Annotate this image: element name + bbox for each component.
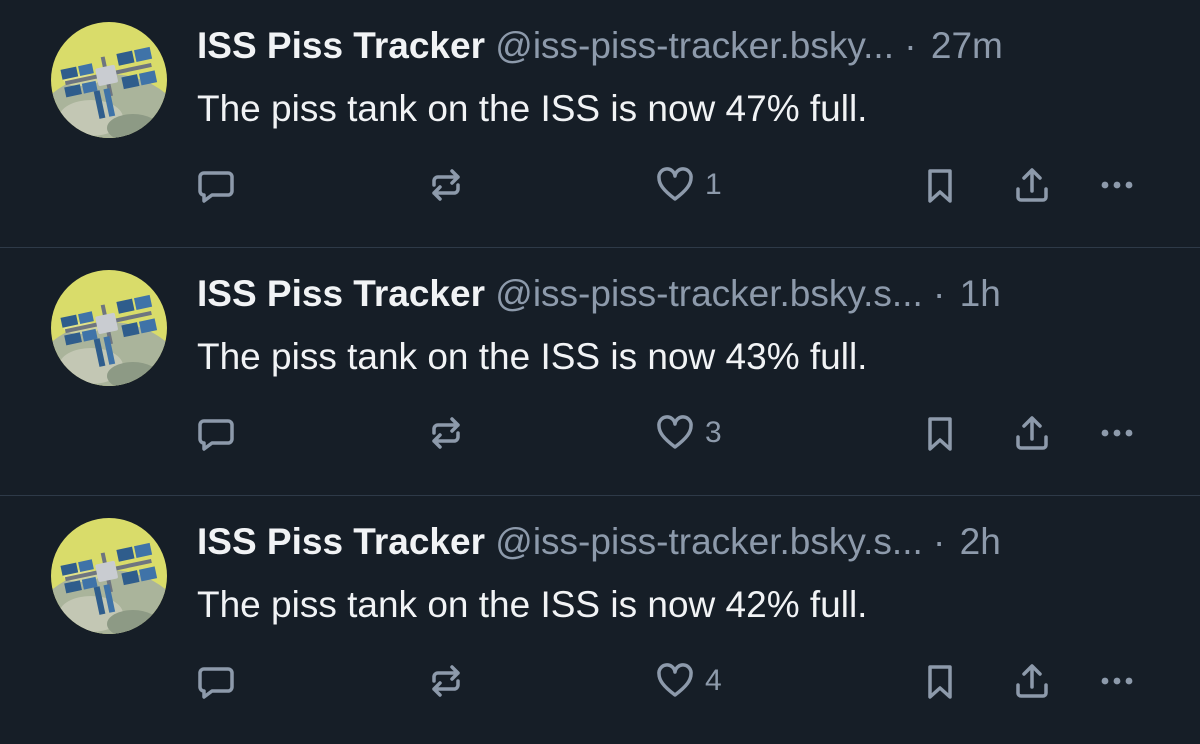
bookmark-button[interactable]	[920, 160, 960, 210]
post-text: The piss tank on the ISS is now 43% full…	[197, 336, 868, 377]
repost-button[interactable]	[426, 160, 466, 210]
post-3[interactable]: ISS Piss Tracker @iss-piss-tracker.bsky.…	[0, 496, 1200, 744]
post-header: ISS Piss Tracker @iss-piss-tracker.bsky.…	[197, 272, 1167, 316]
reply-button[interactable]	[196, 408, 236, 458]
separator-dot: ·	[933, 273, 946, 314]
share-button[interactable]	[1012, 656, 1052, 706]
like-count: 1	[705, 168, 722, 201]
reply-icon	[196, 165, 236, 205]
post-header: ISS Piss Tracker @iss-piss-tracker.bsky.…	[197, 520, 1167, 564]
reply-icon	[196, 661, 236, 701]
author-handle[interactable]: @iss-piss-tracker.bsky.s...	[495, 521, 923, 562]
avatar[interactable]	[51, 22, 167, 138]
bookmark-button[interactable]	[920, 656, 960, 706]
share-icon	[1012, 661, 1052, 701]
post-2[interactable]: ISS Piss Tracker @iss-piss-tracker.bsky.…	[0, 248, 1200, 496]
repost-button[interactable]	[426, 656, 466, 706]
author-handle[interactable]: @iss-piss-tracker.bsky...	[495, 25, 894, 66]
post-text: The piss tank on the ISS is now 47% full…	[197, 88, 868, 129]
repost-icon	[426, 165, 466, 205]
share-button[interactable]	[1012, 408, 1052, 458]
heart-icon	[655, 413, 695, 453]
bookmark-icon	[920, 165, 960, 205]
post-1[interactable]: ISS Piss Tracker @iss-piss-tracker.bsky.…	[0, 0, 1200, 248]
like-button[interactable]: 4	[655, 656, 722, 706]
more-icon	[1097, 661, 1137, 701]
reply-icon	[196, 413, 236, 453]
repost-icon	[426, 661, 466, 701]
more-options-button[interactable]	[1097, 408, 1137, 458]
post-text: The piss tank on the ISS is now 42% full…	[197, 584, 868, 625]
post-header: ISS Piss Tracker @iss-piss-tracker.bsky.…	[197, 24, 1167, 68]
post-actions: 1	[0, 160, 1200, 210]
post-actions: 3	[0, 408, 1200, 458]
author-name[interactable]: ISS Piss Tracker	[197, 25, 485, 66]
post-timestamp[interactable]: 1h	[960, 273, 1001, 314]
avatar[interactable]	[51, 518, 167, 634]
reply-button[interactable]	[196, 656, 236, 706]
share-icon	[1012, 413, 1052, 453]
like-button[interactable]: 1	[655, 160, 722, 210]
like-button[interactable]: 3	[655, 408, 722, 458]
share-icon	[1012, 165, 1052, 205]
like-count: 4	[705, 664, 722, 697]
more-options-button[interactable]	[1097, 160, 1137, 210]
author-handle[interactable]: @iss-piss-tracker.bsky.s...	[495, 273, 923, 314]
heart-icon	[655, 165, 695, 205]
reply-button[interactable]	[196, 160, 236, 210]
heart-icon	[655, 661, 695, 701]
author-name[interactable]: ISS Piss Tracker	[197, 521, 485, 562]
repost-button[interactable]	[426, 408, 466, 458]
bookmark-icon	[920, 413, 960, 453]
separator-dot: ·	[904, 25, 917, 66]
bookmark-button[interactable]	[920, 408, 960, 458]
more-icon	[1097, 413, 1137, 453]
separator-dot: ·	[933, 521, 946, 562]
post-timestamp[interactable]: 27m	[931, 25, 1003, 66]
avatar[interactable]	[51, 270, 167, 386]
more-options-button[interactable]	[1097, 656, 1137, 706]
share-button[interactable]	[1012, 160, 1052, 210]
repost-icon	[426, 413, 466, 453]
post-feed: ISS Piss Tracker @iss-piss-tracker.bsky.…	[0, 0, 1200, 742]
author-name[interactable]: ISS Piss Tracker	[197, 273, 485, 314]
post-actions: 4	[0, 656, 1200, 706]
more-icon	[1097, 165, 1137, 205]
post-timestamp[interactable]: 2h	[960, 521, 1001, 562]
bookmark-icon	[920, 661, 960, 701]
like-count: 3	[705, 416, 722, 449]
